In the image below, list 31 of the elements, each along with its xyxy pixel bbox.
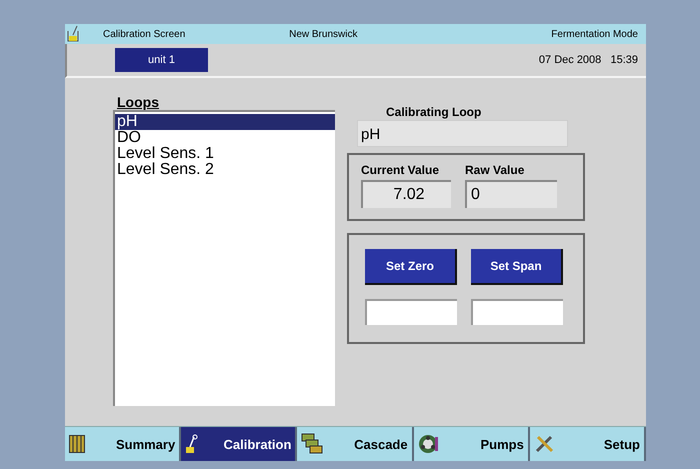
- reading-value: 7.02: [361, 180, 451, 208]
- loop-item[interactable]: DO: [115, 130, 335, 146]
- calibrate-button[interactable]: Set Span: [471, 249, 563, 285]
- nav-tab[interactable]: Cascade: [297, 427, 414, 461]
- pump-icon: [418, 434, 438, 454]
- input-field[interactable]: [365, 299, 457, 325]
- cascade-icon: [301, 433, 324, 455]
- probe-icon: [185, 434, 200, 454]
- date-time: 07 Dec 2008 15:39: [538, 54, 638, 66]
- loop-item[interactable]: Level Sens. 1: [115, 146, 335, 162]
- input-field[interactable]: [471, 299, 563, 325]
- screen-title: Calibration Screen: [102, 28, 186, 40]
- reading-label: Raw Value: [465, 163, 526, 177]
- loop-item[interactable]: Level Sens. 2: [115, 162, 335, 178]
- reading-value: 0: [465, 180, 557, 208]
- grid-icon: [69, 435, 85, 453]
- company-name: New Brunswick: [289, 28, 358, 40]
- calibrate-button[interactable]: Set Zero: [365, 249, 457, 285]
- nav-tab[interactable]: Pumps: [414, 427, 530, 461]
- loops-heading: Loops: [117, 94, 160, 110]
- loop-item[interactable]: pH: [115, 114, 335, 130]
- nav-tab[interactable]: Calibration: [181, 427, 298, 461]
- nav-tab[interactable]: Summary: [65, 427, 182, 461]
- unit-button[interactable]: unit 1: [115, 48, 208, 72]
- reading-label: Current Value: [361, 163, 440, 177]
- beaker-icon: [67, 25, 81, 43]
- tools-icon: [534, 434, 556, 454]
- calibrating-loop-field: pH: [357, 120, 568, 147]
- mode-label: Fermentation Mode: [550, 28, 638, 40]
- calibrating-loop-label: Calibrating Loop: [386, 105, 482, 120]
- nav-tab[interactable]: Setup: [530, 427, 646, 461]
